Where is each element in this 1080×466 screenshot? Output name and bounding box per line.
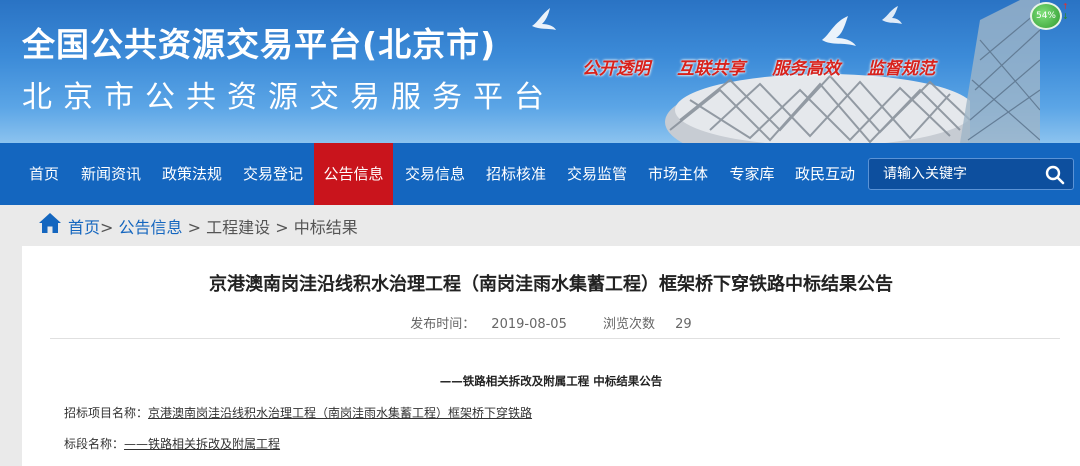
nav-item-news[interactable]: 新闻资讯 xyxy=(74,143,148,205)
slogan: 互联共享 xyxy=(677,59,746,79)
nav-item-policy[interactable]: 政策法规 xyxy=(155,143,229,205)
nav-item-bid-approval[interactable]: 招标核准 xyxy=(479,143,553,205)
search-icon[interactable] xyxy=(1045,165,1065,185)
nav-item-registration[interactable]: 交易登记 xyxy=(236,143,310,205)
publish-date: 2019-08-05 xyxy=(491,317,567,332)
nav-item-home[interactable]: 首页 xyxy=(22,143,66,205)
dove-icon xyxy=(532,8,556,30)
nav-item-announcements[interactable]: 公告信息 xyxy=(314,143,393,205)
breadcrumb-separator: > xyxy=(270,218,294,237)
nav-item-trade-info[interactable]: 交易信息 xyxy=(398,143,472,205)
nav-item-supervision[interactable]: 交易监管 xyxy=(560,143,634,205)
divider xyxy=(50,338,1060,339)
breadcrumb-current: 中标结果 xyxy=(293,218,358,237)
breadcrumb-home[interactable]: 首页 xyxy=(68,218,100,237)
article-subheading: ——铁路相关拆改及附属工程 中标结果公告 xyxy=(439,374,663,388)
breadcrumb-separator: > xyxy=(182,218,207,237)
publish-label: 发布时间： xyxy=(410,317,476,332)
up-arrow-icon: ↑ xyxy=(1062,2,1069,11)
nav-item-experts[interactable]: 专家库 xyxy=(722,143,782,205)
nav-item-market-entities[interactable]: 市场主体 xyxy=(641,143,715,205)
slogan: 监督规范 xyxy=(867,59,936,79)
header-banner: 全国公共资源交易平台(北京市) 北京市公共资源交易服务平台 公开透明 互联共享 … xyxy=(0,0,1080,143)
nav-item-interaction[interactable]: 政民互动 xyxy=(788,143,862,205)
breadcrumb-separator: > xyxy=(100,218,114,237)
tower-illustration xyxy=(960,0,1040,143)
slogan: 服务高效 xyxy=(772,59,841,79)
dove-icon xyxy=(882,6,902,24)
main-nav: 首页 新闻资讯 政策法规 交易登记 公告信息 交易信息 招标核准 交易监管 市场… xyxy=(0,143,1080,205)
site-title: 全国公共资源交易平台(北京市) xyxy=(22,25,497,64)
article-title: 京港澳南岗洼沿线积水治理工程（南岗洼雨水集蓄工程）框架桥下穿铁路中标结果公告 xyxy=(209,274,893,295)
project-name-label: 招标项目名称： xyxy=(64,406,149,420)
breadcrumb-engineering[interactable]: 工程建设 xyxy=(206,218,270,237)
search-input[interactable] xyxy=(869,159,1039,189)
views-count: 29 xyxy=(675,317,692,332)
dove-icon xyxy=(822,16,856,46)
article-meta: 发布时间： 2019-08-05 浏览次数 29 xyxy=(22,313,1080,332)
article-panel: 京港澳南岗洼沿线积水治理工程（南岗洼雨水集蓄工程）框架桥下穿铁路中标结果公告 发… xyxy=(22,246,1080,466)
site-subtitle: 北京市公共资源交易服务平台 xyxy=(22,80,555,115)
project-name-row: 招标项目名称：京港澳南岗洼沿线积水治理工程（南岗洼雨水集蓄工程）框架桥下穿铁路 xyxy=(64,404,532,421)
project-name-value: 京港澳南岗洼沿线积水治理工程（南岗洼雨水集蓄工程）框架桥下穿铁路 xyxy=(148,406,533,420)
speed-arrows: ↑ ↓ xyxy=(1062,2,1069,22)
section-name-value: ——铁路相关拆改及附属工程 xyxy=(124,437,281,451)
speed-badge[interactable]: 54% xyxy=(1030,2,1062,30)
search-box xyxy=(868,158,1074,190)
home-icon[interactable] xyxy=(38,212,62,234)
slogan: 公开透明 xyxy=(582,59,650,79)
down-arrow-icon: ↓ xyxy=(1062,12,1069,21)
views-label: 浏览次数 xyxy=(603,317,656,332)
section-name-label: 标段名称： xyxy=(64,437,125,451)
slogans: 公开透明 互联共享 服务高效 监督规范 xyxy=(582,54,957,79)
section-name-row: 标段名称：——铁路相关拆改及附属工程 xyxy=(64,435,280,452)
breadcrumb-announcements[interactable]: 公告信息 xyxy=(119,218,183,237)
